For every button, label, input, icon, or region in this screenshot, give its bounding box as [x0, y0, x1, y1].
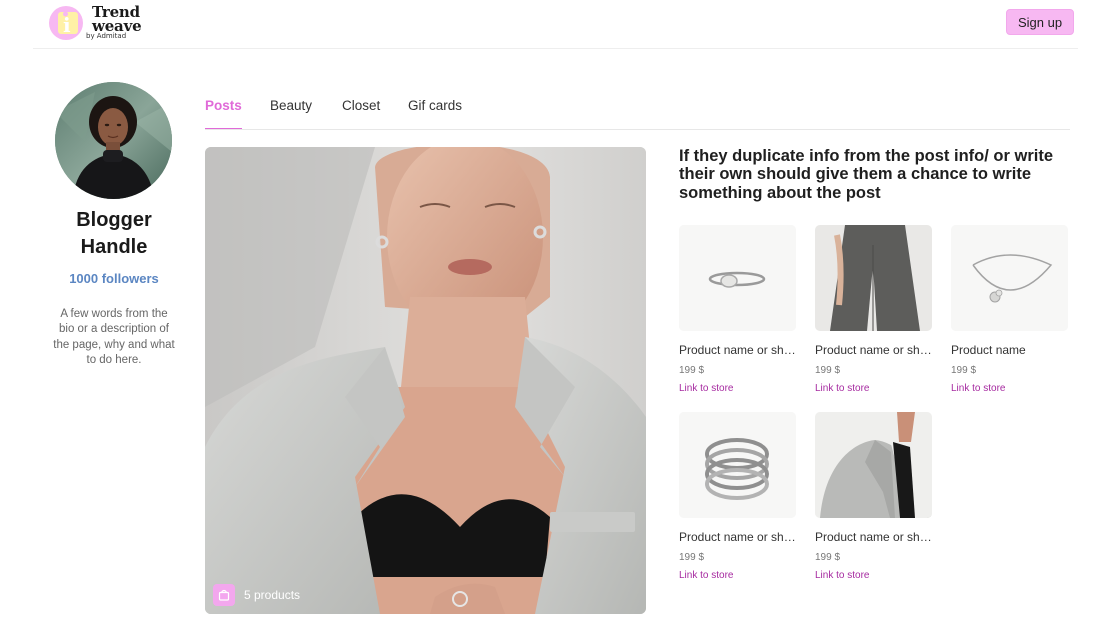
followers-count[interactable]: 1000 followers [44, 271, 184, 286]
product-name: Product name or short description [815, 530, 932, 544]
product-card: Product name or short description 199 $ … [815, 412, 932, 582]
blazer-image [815, 412, 932, 518]
logo-badge-icon: i [49, 6, 83, 40]
tabs-divider [205, 129, 1070, 130]
post-description: If they duplicate info from the post inf… [679, 147, 1054, 202]
product-price: 199 $ [679, 552, 705, 563]
post-photo [205, 147, 646, 614]
product-name: Product name or short description [679, 343, 796, 357]
svg-text:i: i [63, 13, 71, 37]
logo-wordmark: Trend weave [92, 5, 142, 35]
blogger-name: Blogger Handle [76, 209, 152, 258]
product-image-ring[interactable] [679, 225, 796, 331]
stacked-rings-icon [679, 412, 796, 518]
post-image[interactable]: 5 products [205, 147, 646, 614]
tab-gif-cards[interactable]: Gif cards [408, 96, 462, 130]
product-image-trousers[interactable] [815, 225, 932, 331]
product-name: Product name or short description [815, 343, 932, 357]
products-count: 5 products [244, 588, 301, 602]
blogger-bio: A few words from the bio or a descriptio… [53, 308, 175, 366]
avatar-photo [55, 82, 172, 199]
product-store-link[interactable]: Link to store [815, 383, 869, 394]
product-price: 199 $ [815, 365, 841, 376]
product-price: 199 $ [951, 365, 977, 376]
necklace-icon [951, 225, 1068, 331]
top-header: i Trend weave by Admitad Sign up [0, 0, 1111, 48]
tab-closet[interactable]: Closet [342, 96, 380, 130]
product-image-necklace[interactable] [951, 225, 1068, 331]
product-store-link[interactable]: Link to store [815, 570, 869, 581]
product-price: 199 $ [815, 552, 841, 563]
shopping-bag-icon [213, 584, 235, 606]
signup-button[interactable]: Sign up [1006, 9, 1074, 35]
product-name: Product name or short description [679, 530, 796, 544]
product-name: Product name [951, 343, 1026, 357]
header-divider [33, 48, 1078, 49]
product-store-link[interactable]: Link to store [679, 383, 733, 394]
product-card: Product name or short description 199 $ … [815, 225, 932, 395]
product-price: 199 $ [679, 365, 705, 376]
trousers-image [815, 225, 932, 331]
product-image-blazer[interactable] [815, 412, 932, 518]
tab-beauty[interactable]: Beauty [270, 96, 312, 130]
product-card: Product name or short description 199 $ … [679, 225, 796, 395]
avatar [55, 82, 172, 199]
category-tabs: Posts Beauty Closet Gif cards [205, 96, 1070, 130]
trendweave-logo[interactable]: i Trend weave by Admitad [48, 5, 168, 41]
tab-posts[interactable]: Posts [205, 96, 242, 130]
product-image-stacked-rings[interactable] [679, 412, 796, 518]
product-card: Product name 199 $ Link to store [951, 225, 1068, 395]
products-badge[interactable]: 5 products [213, 584, 300, 606]
product-store-link[interactable]: Link to store [951, 383, 1005, 394]
product-card: Product name or short description 199 $ … [679, 412, 796, 582]
logo-word-2: weave [92, 17, 142, 35]
product-store-link[interactable]: Link to store [679, 570, 733, 581]
ring-icon [679, 225, 796, 331]
logo-byline: by Admitad [86, 32, 127, 40]
